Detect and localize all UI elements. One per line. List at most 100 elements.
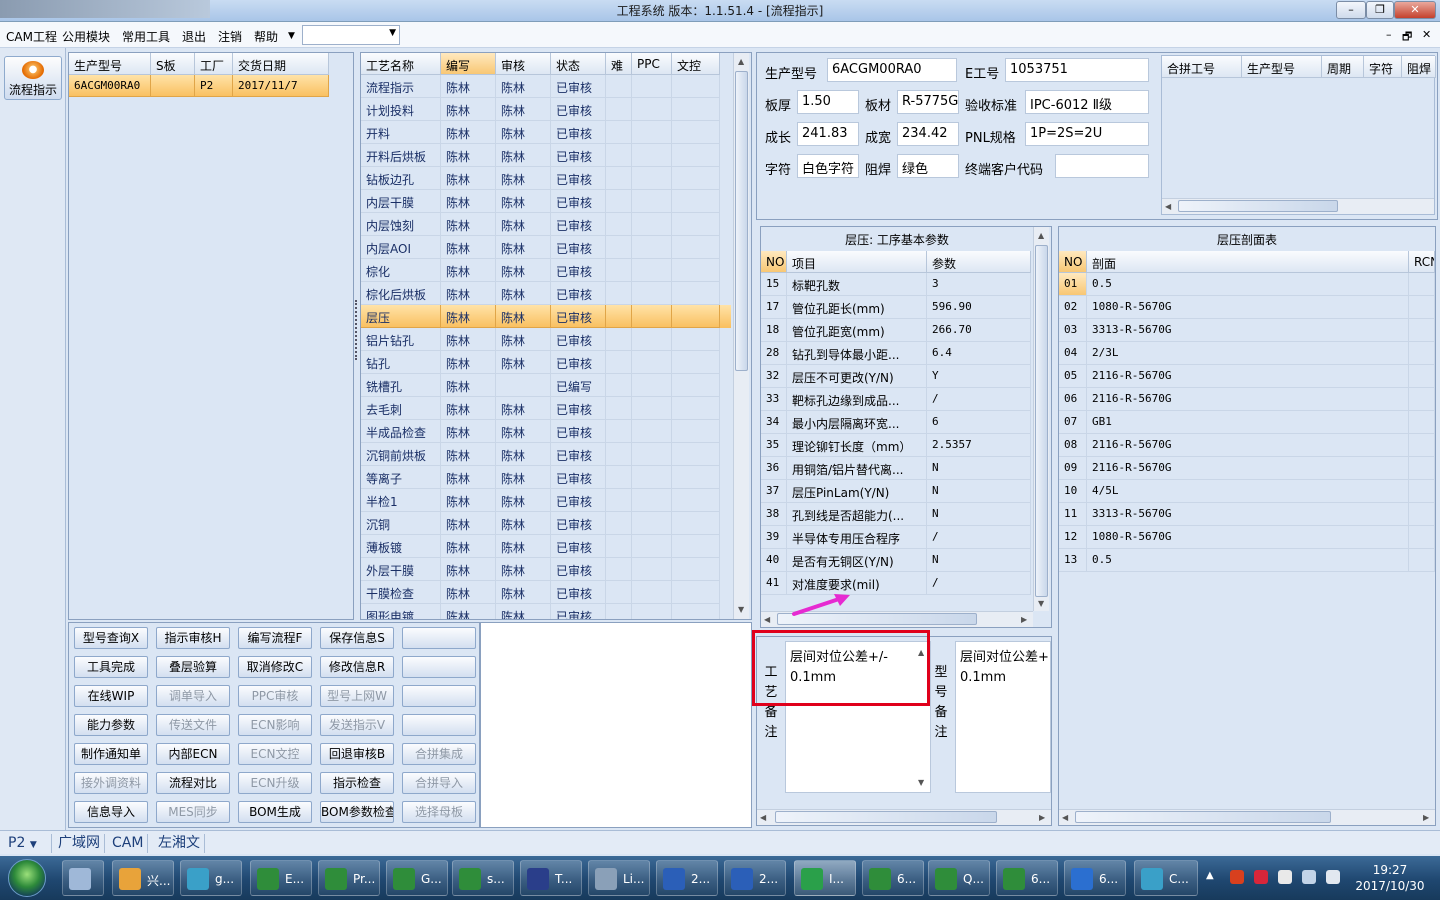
stackup-row[interactable]: 10 4/5L: [1059, 480, 1435, 503]
restore-button[interactable]: ❐: [1366, 1, 1394, 19]
system-clock[interactable]: 19:27 2017/10/30: [1352, 862, 1428, 894]
menu-cam[interactable]: CAM工程: [6, 28, 57, 45]
stackup-scroll-thumb[interactable]: [1075, 811, 1331, 823]
process-col-header[interactable]: 文控: [672, 53, 720, 75]
taskbar-item[interactable]: G...: [386, 860, 448, 896]
function-button[interactable]: 能力参数: [74, 714, 148, 736]
close-button[interactable]: ✕: [1394, 1, 1436, 19]
params-row[interactable]: 38 孔到线是否超能力(... N: [761, 503, 1031, 526]
menu-logout[interactable]: 注销: [218, 28, 242, 45]
mdi-restore-button[interactable]: 🗗: [1402, 28, 1412, 47]
menu-combo[interactable]: ▼: [302, 25, 400, 45]
merge-col-header[interactable]: 字符: [1364, 56, 1402, 78]
stackup-row[interactable]: 08 2116-R-5670G: [1059, 434, 1435, 457]
process-row[interactable]: 沉铜前烘板 陈林 陈林 已审核: [361, 443, 731, 466]
process-col-header[interactable]: 状态: [551, 53, 606, 75]
params-row[interactable]: 40 是否有无铜区(Y/N) N: [761, 549, 1031, 572]
function-button[interactable]: [402, 714, 476, 736]
taskbar-item[interactable]: Q...: [928, 860, 990, 896]
process-scroll-thumb[interactable]: [735, 71, 748, 371]
process-row[interactable]: 棕化后烘板 陈林 陈林 已审核: [361, 282, 731, 305]
taskbar-item[interactable]: Pr...: [318, 860, 380, 896]
params-row[interactable]: 17 管位孔距长(mm) 596.90: [761, 296, 1031, 319]
tray-volume-icon[interactable]: [1326, 870, 1340, 884]
process-row[interactable]: 层压 陈林 陈林 已审核: [361, 305, 731, 328]
params-row[interactable]: 36 用铜箔/铝片替代离... N: [761, 457, 1031, 480]
menu-overflow-icon[interactable]: ▼: [288, 31, 295, 41]
params-row[interactable]: 15 标靶孔数 3: [761, 273, 1031, 296]
params-row[interactable]: 39 半导体专用压合程序 /: [761, 526, 1031, 549]
stackup-row[interactable]: 04 2/3L: [1059, 342, 1435, 365]
taskbar-item[interactable]: Li...: [588, 860, 650, 896]
scroll-down-icon[interactable]: ▼: [738, 605, 744, 614]
taskbar-item[interactable]: T...: [520, 860, 582, 896]
params-row[interactable]: 32 层压不可更改(Y/N) Y: [761, 365, 1031, 388]
process-col-header[interactable]: PPC: [632, 53, 672, 75]
length-field[interactable]: 241.83: [797, 122, 859, 146]
process-row[interactable]: 内层蚀刻 陈林 陈林 已审核: [361, 213, 731, 236]
jobs-row[interactable]: 6ACGM00RA0 P2 2017/11/7: [69, 75, 329, 97]
taskbar-item[interactable]: 6...: [1064, 860, 1126, 896]
process-vscroll[interactable]: ▲ ▼: [733, 53, 749, 619]
scroll-left-icon[interactable]: ◀: [1062, 813, 1068, 822]
scroll-right-icon[interactable]: ▶: [1039, 813, 1045, 822]
taskbar-calculator[interactable]: [62, 860, 104, 896]
process-row[interactable]: 等离子 陈林 陈林 已审核: [361, 466, 731, 489]
merge-scroll-thumb[interactable]: [1178, 200, 1338, 212]
stackup-col-header[interactable]: 剖面: [1087, 251, 1409, 273]
menu-tools[interactable]: 常用工具: [122, 28, 170, 45]
function-button[interactable]: BOM生成: [238, 801, 312, 823]
pnl-field[interactable]: 1P=2S=2U: [1025, 122, 1149, 146]
process-col-header[interactable]: 编写: [441, 53, 496, 75]
status-tab-wan[interactable]: 广域网: [54, 834, 105, 853]
process-col-header[interactable]: 工艺名称: [361, 53, 441, 75]
merge-hscroll[interactable]: ◀: [1162, 198, 1434, 214]
taskbar-item[interactable]: s...: [452, 860, 514, 896]
process-row[interactable]: 铣槽孔 陈林 已编写: [361, 374, 731, 397]
taskbar-item[interactable]: 2...: [656, 860, 718, 896]
process-row[interactable]: 半检1 陈林 陈林 已审核: [361, 489, 731, 512]
scroll-down-icon[interactable]: ▼: [1038, 599, 1044, 608]
stackup-row[interactable]: 05 2116-R-5670G: [1059, 365, 1435, 388]
function-button[interactable]: 修改信息R: [320, 656, 394, 678]
function-button[interactable]: 工具完成: [74, 656, 148, 678]
stackup-hscroll[interactable]: ◀ ▶: [1059, 809, 1435, 825]
tray-shield-icon[interactable]: [1254, 870, 1268, 884]
scroll-left-icon[interactable]: ◀: [764, 615, 770, 624]
process-row[interactable]: 开料后烘板 陈林 陈林 已审核: [361, 144, 731, 167]
function-button[interactable]: 指示检查: [320, 772, 394, 794]
function-button[interactable]: [402, 685, 476, 707]
stackup-row[interactable]: 11 3313-R-5670G: [1059, 503, 1435, 526]
remarks-hscroll[interactable]: ◀ ▶: [757, 809, 1051, 825]
char-field[interactable]: 白色字符: [797, 154, 859, 178]
thickness-field[interactable]: 1.50: [797, 90, 859, 114]
customer-field[interactable]: [1055, 154, 1149, 178]
process-row[interactable]: 图形电镀 陈林 陈林 已审核: [361, 604, 731, 619]
function-button[interactable]: 型号查询X: [74, 627, 148, 649]
e-no-field[interactable]: 1053751: [1005, 58, 1149, 82]
process-col-header[interactable]: 审核: [496, 53, 551, 75]
scroll-left-icon[interactable]: ◀: [760, 813, 766, 822]
function-button[interactable]: 信息导入: [74, 801, 148, 823]
function-button[interactable]: 编写流程F: [238, 627, 312, 649]
stackup-row[interactable]: 03 3313-R-5670G: [1059, 319, 1435, 342]
jobs-col-header[interactable]: S板: [151, 53, 195, 75]
process-col-header[interactable]: 难: [606, 53, 632, 75]
process-row[interactable]: 计划投料 陈林 陈林 已审核: [361, 98, 731, 121]
function-button[interactable]: 保存信息S: [320, 627, 394, 649]
process-row[interactable]: 内层干膜 陈林 陈林 已审核: [361, 190, 731, 213]
merge-col-header[interactable]: 合拼工号: [1162, 56, 1242, 78]
process-row[interactable]: 钻孔 陈林 陈林 已审核: [361, 351, 731, 374]
merge-col-header[interactable]: 周期: [1322, 56, 1364, 78]
tray-network-icon[interactable]: [1302, 870, 1316, 884]
stackup-row[interactable]: 09 2116-R-5670G: [1059, 457, 1435, 480]
remarks-scroll-thumb[interactable]: [775, 811, 997, 823]
stackup-row[interactable]: 06 2116-R-5670G: [1059, 388, 1435, 411]
function-button[interactable]: 叠层验算: [156, 656, 230, 678]
params-row[interactable]: 33 靶标孔边缘到成品... /: [761, 388, 1031, 411]
menu-common-modules[interactable]: 公用模块: [62, 28, 110, 45]
prod-model-field[interactable]: 6ACGM00RA0: [827, 58, 957, 82]
standard-field[interactable]: IPC-6012 Ⅱ级: [1025, 90, 1149, 114]
material-field[interactable]: R-5775G: [897, 90, 959, 114]
status-tab-cam[interactable]: CAM: [108, 834, 149, 853]
